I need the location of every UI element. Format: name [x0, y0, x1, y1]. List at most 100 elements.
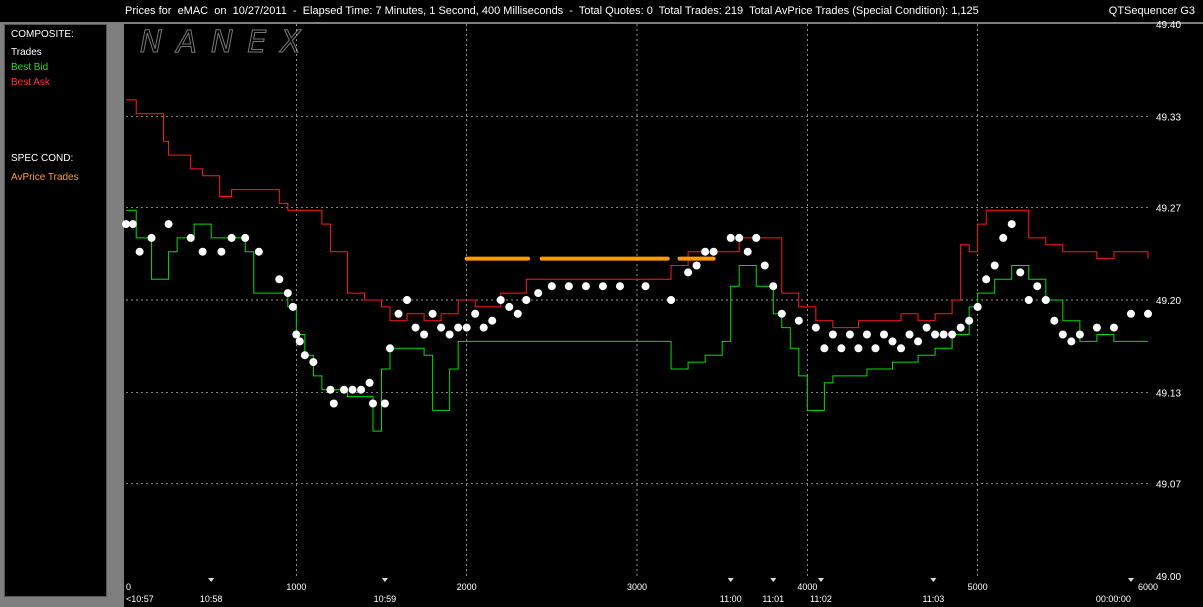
time-tick-label: <10:57 — [126, 594, 154, 604]
trade-point — [948, 330, 957, 339]
trade-point — [837, 344, 846, 353]
trade-point — [411, 323, 420, 332]
trade-point — [879, 330, 888, 339]
trade-point — [522, 296, 531, 304]
trade-point — [368, 399, 377, 408]
time-tick-label: 10:58 — [200, 594, 223, 604]
trade-point — [931, 330, 940, 339]
trade-point — [811, 323, 820, 332]
trade-point — [862, 330, 871, 339]
time-marker — [727, 578, 734, 582]
trade-point — [1033, 282, 1042, 291]
trade-point — [380, 399, 389, 408]
x-tick-label: 3000 — [627, 582, 647, 592]
trade-point — [462, 323, 471, 332]
y-tick-label: 49.40 — [1156, 20, 1181, 31]
trade-point — [479, 323, 488, 332]
time-marker — [770, 578, 777, 582]
trade-point — [357, 385, 366, 394]
trade-point — [820, 344, 829, 353]
time-tick-label: 10:59 — [374, 594, 397, 604]
trade-point — [445, 330, 454, 339]
trade-point — [760, 261, 769, 270]
trade-point — [513, 309, 522, 318]
x-tick-label: 5000 — [968, 582, 988, 592]
x-tick-label: 4000 — [797, 582, 817, 592]
trade-point — [897, 344, 906, 353]
y-tick-label: 49.00 — [1156, 572, 1181, 583]
trade-point — [684, 268, 693, 277]
y-tick-label: 49.13 — [1156, 388, 1181, 399]
trade-point — [1067, 337, 1076, 346]
trade-point — [340, 385, 349, 394]
trade-point — [254, 247, 263, 256]
trade-point — [845, 330, 854, 339]
trade-point — [973, 302, 982, 311]
time-marker — [381, 578, 388, 582]
trade-point — [365, 378, 374, 387]
trade-point — [394, 309, 403, 318]
time-marker — [817, 578, 824, 582]
trade-point — [403, 296, 412, 304]
time-marker — [930, 578, 937, 582]
trade-point — [888, 337, 897, 346]
trade-point — [292, 330, 301, 339]
x-tick-label: 0 — [126, 582, 131, 592]
trade-point — [295, 337, 304, 346]
trade-point — [326, 385, 335, 394]
trade-point — [288, 302, 297, 311]
x-tick-label: 6000 — [1138, 582, 1158, 592]
trade-point — [128, 220, 137, 229]
trade-point — [854, 344, 863, 353]
trade-point — [871, 344, 880, 353]
nanex-watermark: NANEX — [140, 25, 315, 60]
time-tick-label: 11:03 — [922, 594, 944, 604]
trade-point — [752, 233, 761, 242]
trade-point — [283, 289, 292, 298]
trade-point — [1144, 309, 1152, 318]
trade-point — [454, 323, 463, 332]
trade-point — [598, 282, 607, 291]
trade-point — [615, 282, 624, 291]
trade-point — [547, 282, 556, 291]
trade-point — [581, 282, 590, 291]
trade-point — [329, 399, 338, 408]
trade-point — [828, 330, 837, 339]
trade-point — [505, 302, 514, 311]
trade-point — [641, 282, 650, 291]
trade-point — [914, 337, 923, 346]
trade-point — [982, 275, 991, 284]
y-tick-label: 49.27 — [1156, 204, 1181, 215]
trade-point — [1041, 296, 1050, 304]
trade-point — [701, 247, 710, 256]
trade-point — [726, 233, 735, 242]
trade-point — [186, 233, 195, 242]
trade-point — [534, 289, 543, 298]
y-tick-label: 49.20 — [1156, 296, 1181, 307]
trade-point — [564, 282, 573, 291]
trade-point — [743, 247, 752, 256]
trade-point — [386, 344, 395, 353]
time-tick-label: 11:02 — [810, 594, 832, 604]
trade-point — [1075, 330, 1084, 339]
trade-point — [1092, 323, 1101, 332]
trade-point — [667, 296, 676, 304]
trade-point — [122, 220, 130, 229]
trade-point — [1016, 268, 1025, 277]
trade-point — [496, 296, 505, 304]
time-tick-label: 00:00:00 — [1096, 594, 1131, 604]
trade-point — [198, 247, 207, 256]
trade-point — [990, 261, 999, 270]
y-tick-label: 49.33 — [1156, 112, 1181, 123]
trade-point — [905, 330, 914, 339]
trade-point — [692, 261, 701, 270]
trade-point — [1024, 296, 1033, 304]
trade-point — [309, 358, 318, 367]
trade-point — [217, 247, 226, 256]
time-marker — [208, 578, 215, 582]
price-chart: NANEX 49.40 49.33 49.27 49.20 49.13 49.07 49.0… — [122, 20, 1181, 604]
time-tick-label: 11:01 — [762, 594, 784, 604]
trade-point — [1050, 316, 1059, 325]
trade-point — [1126, 309, 1135, 318]
trade-point — [147, 233, 156, 242]
